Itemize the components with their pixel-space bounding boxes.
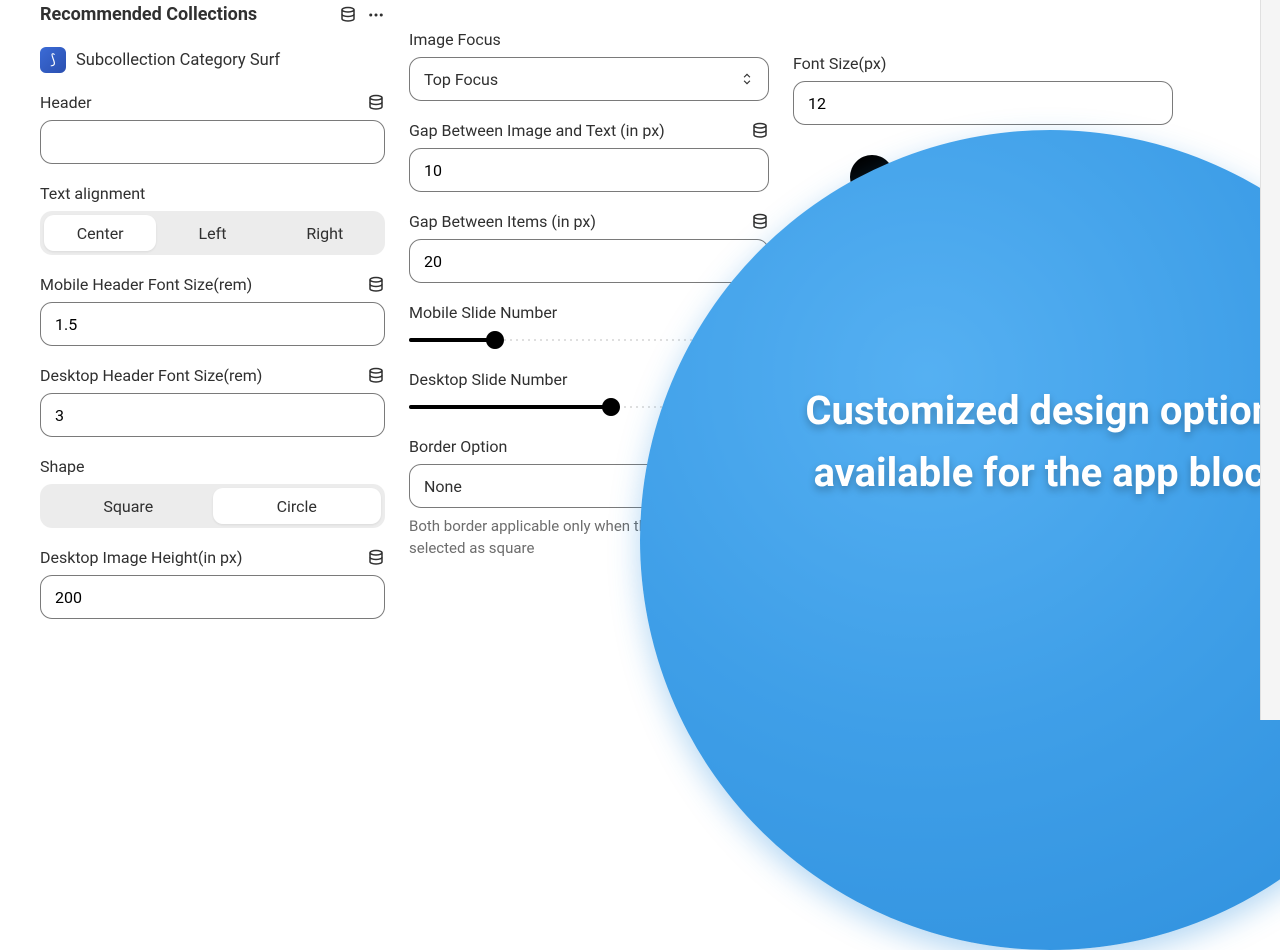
text-alignment-segmented: Center Left Right (40, 211, 385, 255)
align-left-button[interactable]: Left (156, 215, 268, 251)
database-icon[interactable] (751, 213, 769, 231)
shape-square-button[interactable]: Square (44, 488, 213, 524)
database-icon[interactable] (751, 122, 769, 140)
desktop-header-font-label: Desktop Header Font Size(rem) (40, 366, 262, 385)
font-size-input[interactable] (793, 81, 1173, 125)
image-focus-label: Image Focus (409, 30, 769, 49)
mobile-header-font-label: Mobile Header Font Size(rem) (40, 275, 252, 294)
gap-items-label: Gap Between Items (in px) (409, 212, 596, 231)
promo-text: Customized design options available for … (790, 380, 1280, 504)
database-icon[interactable] (367, 367, 385, 385)
scrollbar-track[interactable] (1260, 0, 1280, 720)
header-field-label: Header (40, 93, 92, 112)
text-alignment-label: Text alignment (40, 184, 385, 203)
desktop-header-font-input[interactable] (40, 393, 385, 437)
gap-items-input[interactable] (409, 239, 769, 283)
gap-image-text-input[interactable] (409, 148, 769, 192)
app-icon: ⟆ (40, 47, 66, 73)
mobile-header-font-input[interactable] (40, 302, 385, 346)
shape-label: Shape (40, 457, 385, 476)
font-size-label: Font Size(px) (793, 54, 1173, 73)
header-input[interactable] (40, 120, 385, 164)
more-icon[interactable] (367, 6, 385, 24)
database-icon[interactable] (367, 276, 385, 294)
database-icon[interactable] (367, 549, 385, 567)
border-option-value: None (424, 477, 462, 496)
shape-circle-button[interactable]: Circle (213, 488, 382, 524)
shape-segmented: Square Circle (40, 484, 385, 528)
subcollection-label: Subcollection Category Surf (76, 51, 280, 70)
image-focus-value: Top Focus (424, 70, 498, 89)
updown-icon (740, 70, 754, 88)
database-icon[interactable] (339, 6, 357, 24)
subcollection-row[interactable]: ⟆ Subcollection Category Surf (40, 47, 385, 73)
image-focus-select[interactable]: Top Focus (409, 57, 769, 101)
align-right-button[interactable]: Right (269, 215, 381, 251)
desktop-image-height-input[interactable] (40, 575, 385, 619)
database-icon[interactable] (367, 94, 385, 112)
panel-title: Recommended Collections (40, 4, 257, 25)
panel-title-row: Recommended Collections (40, 4, 385, 25)
gap-image-text-label: Gap Between Image and Text (in px) (409, 121, 665, 140)
align-center-button[interactable]: Center (44, 215, 156, 251)
desktop-image-height-label: Desktop Image Height(in px) (40, 548, 242, 567)
